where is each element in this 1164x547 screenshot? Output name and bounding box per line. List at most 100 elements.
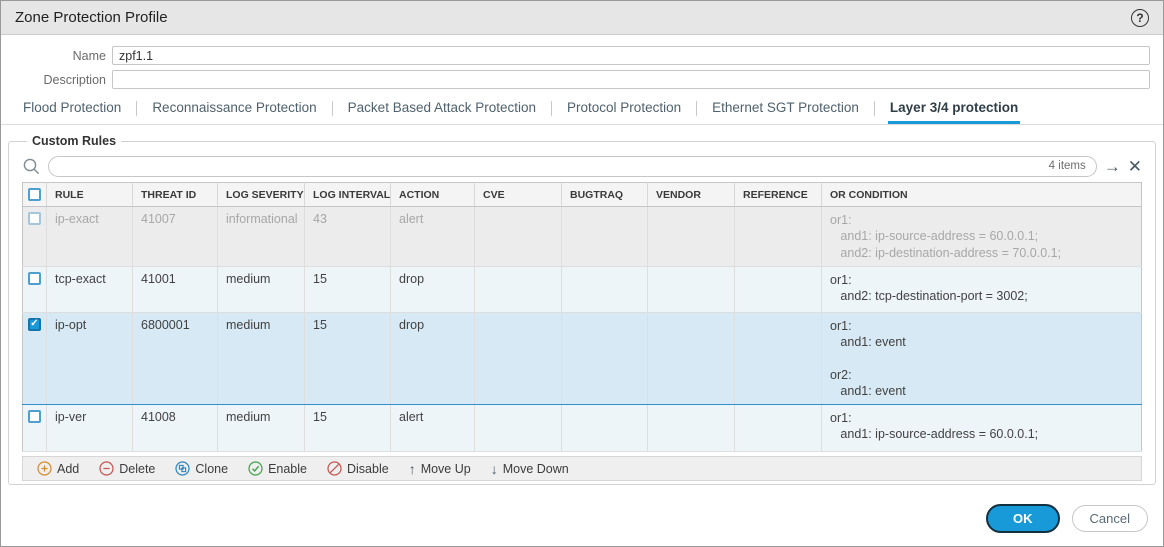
- column-header-or-condition[interactable]: OR CONDITION: [822, 183, 1142, 207]
- apply-filter-icon[interactable]: →: [1104, 158, 1121, 175]
- dialog-footer: OK Cancel: [986, 504, 1148, 533]
- move-up-button[interactable]: ↑ Move Up: [399, 457, 481, 480]
- search-input[interactable]: [59, 158, 1049, 174]
- tab-packet-based-attack-protection[interactable]: Packet Based Attack Protection: [346, 100, 538, 124]
- column-header-bugtraq[interactable]: BUGTRAQ: [562, 183, 648, 207]
- cell-action: alert: [391, 405, 475, 452]
- tab-protocol-protection[interactable]: Protocol Protection: [565, 100, 683, 124]
- cell-threat-id: 41007: [133, 207, 218, 267]
- minus-circle-icon: [99, 461, 114, 476]
- cell-cve: [475, 207, 562, 267]
- dialog-title: Zone Protection Profile: [15, 9, 168, 26]
- column-header-threat-id[interactable]: THREAT ID: [133, 183, 218, 207]
- name-input[interactable]: [112, 46, 1150, 65]
- cell-vendor: [648, 207, 735, 267]
- table-row[interactable]: tcp-exact 41001 medium 15 drop or1: and2…: [23, 266, 1142, 312]
- description-row: Description: [1, 70, 1150, 89]
- cell-or-condition: or1: and1: event or2: and1: event: [822, 312, 1142, 404]
- custom-rules-table: RULE THREAT ID LOG SEVERITY LOG INTERVAL…: [22, 182, 1142, 452]
- arrow-down-icon: ↓: [491, 461, 498, 477]
- disable-button[interactable]: Disable: [317, 457, 399, 480]
- cell-log-interval: 15: [305, 266, 391, 312]
- table-header-row: RULE THREAT ID LOG SEVERITY LOG INTERVAL…: [23, 183, 1142, 207]
- cell-bugtraq: [562, 266, 648, 312]
- tab-layer-3-4-protection[interactable]: Layer 3/4 protection: [888, 100, 1020, 124]
- tab-flood-protection[interactable]: Flood Protection: [21, 100, 123, 124]
- disable-button-label: Disable: [347, 462, 389, 476]
- column-header-log-interval[interactable]: LOG INTERVAL: [305, 183, 391, 207]
- custom-rules-legend: Custom Rules: [27, 134, 121, 148]
- clone-icon: [175, 461, 190, 476]
- help-icon[interactable]: ?: [1131, 9, 1149, 27]
- slash-circle-icon: [327, 461, 342, 476]
- zone-protection-profile-dialog: Zone Protection Profile ? Name Descripti…: [0, 0, 1164, 547]
- tab-divider: [874, 101, 875, 116]
- enable-button[interactable]: Enable: [238, 457, 317, 480]
- cell-rule: tcp-exact: [47, 266, 133, 312]
- cell-bugtraq: [562, 207, 648, 267]
- add-button[interactable]: Add: [27, 457, 89, 480]
- cell-log-severity: informational: [218, 207, 305, 267]
- clone-button-label: Clone: [195, 462, 228, 476]
- plus-circle-icon: [37, 461, 52, 476]
- column-header-log-severity[interactable]: LOG SEVERITY: [218, 183, 305, 207]
- cell-threat-id: 6800001: [133, 312, 218, 404]
- column-header-cve[interactable]: CVE: [475, 183, 562, 207]
- cell-log-interval: 43: [305, 207, 391, 267]
- enable-button-label: Enable: [268, 462, 307, 476]
- tab-divider: [696, 101, 697, 116]
- clone-button[interactable]: Clone: [165, 457, 238, 480]
- search-field: 4 items: [48, 156, 1097, 177]
- cell-log-severity: medium: [218, 405, 305, 452]
- items-count-badge: 4 items: [1049, 160, 1086, 172]
- cell-bugtraq: [562, 405, 648, 452]
- tab-bar: Flood Protection Reconnaissance Protecti…: [1, 100, 1163, 125]
- row-checkbox[interactable]: [28, 318, 41, 331]
- name-label: Name: [1, 49, 106, 63]
- table-row[interactable]: ip-ver 41008 medium 15 alert or1: and1: …: [23, 405, 1142, 452]
- search-bar: 4 items → ✕: [22, 154, 1142, 178]
- cell-log-interval: 15: [305, 405, 391, 452]
- cancel-button[interactable]: Cancel: [1072, 505, 1148, 532]
- row-checkbox[interactable]: [28, 272, 41, 285]
- tab-reconnaissance-protection[interactable]: Reconnaissance Protection: [150, 100, 318, 124]
- arrow-up-icon: ↑: [409, 461, 416, 477]
- cell-action: alert: [391, 207, 475, 267]
- cell-log-severity: medium: [218, 312, 305, 404]
- select-all-checkbox[interactable]: [28, 188, 41, 201]
- tab-divider: [136, 101, 137, 116]
- tab-divider: [551, 101, 552, 116]
- row-checkbox[interactable]: [28, 212, 41, 225]
- clear-filter-icon[interactable]: ✕: [1128, 158, 1142, 175]
- table-row[interactable]: ip-opt 6800001 medium 15 drop or1: and1:…: [23, 312, 1142, 404]
- delete-button-label: Delete: [119, 462, 155, 476]
- move-down-button[interactable]: ↓ Move Down: [481, 457, 579, 480]
- cell-reference: [735, 405, 822, 452]
- column-header-action[interactable]: ACTION: [391, 183, 475, 207]
- cell-or-condition: or1: and1: ip-source-address = 60.0.0.1;: [822, 405, 1142, 452]
- search-icon[interactable]: [22, 157, 41, 176]
- cell-or-condition: or1: and1: ip-source-address = 60.0.0.1;…: [822, 207, 1142, 267]
- cell-rule: ip-ver: [47, 405, 133, 452]
- profile-form: Name Description: [1, 46, 1163, 89]
- cell-action: drop: [391, 312, 475, 404]
- tab-ethernet-sgt-protection[interactable]: Ethernet SGT Protection: [710, 100, 861, 124]
- cell-cve: [475, 405, 562, 452]
- cell-vendor: [648, 266, 735, 312]
- cell-log-severity: medium: [218, 266, 305, 312]
- cell-reference: [735, 266, 822, 312]
- row-checkbox[interactable]: [28, 410, 41, 423]
- cell-vendor: [648, 405, 735, 452]
- description-input[interactable]: [112, 70, 1150, 89]
- column-header-rule[interactable]: RULE: [47, 183, 133, 207]
- tab-divider: [332, 101, 333, 116]
- cell-rule: ip-exact: [47, 207, 133, 267]
- table-row[interactable]: ip-exact 41007 informational 43 alert or…: [23, 207, 1142, 267]
- table-toolbar: Add Delete Clone: [22, 456, 1142, 481]
- column-header-reference[interactable]: REFERENCE: [735, 183, 822, 207]
- column-header-vendor[interactable]: VENDOR: [648, 183, 735, 207]
- delete-button[interactable]: Delete: [89, 457, 165, 480]
- check-circle-icon: [248, 461, 263, 476]
- ok-button[interactable]: OK: [986, 504, 1060, 533]
- cell-cve: [475, 312, 562, 404]
